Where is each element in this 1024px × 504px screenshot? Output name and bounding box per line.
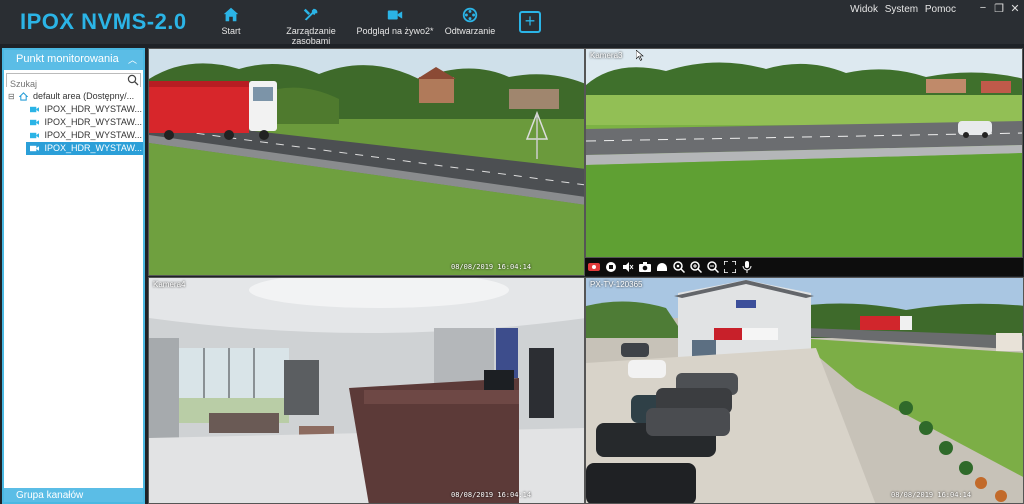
video-view-3[interactable]: Kamera4 08/08/2019 16:04:14 <box>148 277 585 504</box>
microphone-icon[interactable] <box>741 261 753 273</box>
mouse-cursor-icon <box>636 50 644 61</box>
tree-camera-2[interactable]: IPOX_HDR_WYSTAW... <box>4 116 143 129</box>
zoom-in-icon[interactable] <box>673 261 685 273</box>
zoom-out-icon[interactable] <box>707 261 719 273</box>
film-reel-icon <box>442 6 498 26</box>
area-home-icon <box>18 92 28 101</box>
nav-resource-management-label: Zarządzanie zasobami <box>286 26 336 46</box>
device-tree: ⊟ default area (Dostępny/... IPOX_HDR_WY… <box>4 90 143 155</box>
menu-help[interactable]: Pomoc <box>925 4 956 15</box>
camera-icon <box>30 145 39 152</box>
search-input[interactable] <box>7 78 140 90</box>
search-icon[interactable] <box>127 74 139 86</box>
nav-playback[interactable]: Odtwarzanie <box>442 6 498 36</box>
panel-title: Punkt monitorowania <box>16 53 119 65</box>
ptz-icon[interactable] <box>656 261 668 273</box>
stop-icon[interactable] <box>605 261 617 273</box>
tree-camera-4-selected[interactable]: IPOX_HDR_WYSTAW... <box>26 142 143 155</box>
video-feed-highway-truck <box>149 49 584 275</box>
timestamp: 08/08/2019 16:04:14 <box>451 263 532 271</box>
tree-root-default-area[interactable]: ⊟ default area (Dostępny/... <box>4 90 143 103</box>
menu-view[interactable]: Widok <box>850 4 878 15</box>
restore-button[interactable]: ❐ <box>992 2 1006 15</box>
nav-resource-management[interactable]: Zarządzanie zasobami <box>266 6 356 46</box>
search-box <box>6 73 141 90</box>
tree-camera-label: IPOX_HDR_WYSTAW... <box>44 143 143 153</box>
camera-icon <box>30 119 39 126</box>
channel-group-header[interactable]: Grupa kanałów <box>4 488 143 502</box>
mute-icon[interactable] <box>622 261 634 273</box>
nav-start-label: Start <box>221 26 241 36</box>
tree-camera-label: IPOX_HDR_WYSTAW... <box>44 130 143 140</box>
channel-group-label: Grupa kanałów <box>16 490 84 501</box>
camera-icon <box>30 132 39 139</box>
nav-playback-label: Odtwarzanie <box>444 26 496 36</box>
camera-icon <box>30 106 39 113</box>
chevron-up-icon[interactable]: ︿ <box>128 53 137 66</box>
video-camera-icon <box>356 6 434 26</box>
camera-label: Kamera3 <box>590 51 623 60</box>
video-view-2[interactable]: Kamera3 <box>585 48 1023 258</box>
menu-system[interactable]: System <box>885 4 918 15</box>
fullscreen-icon[interactable] <box>724 261 736 273</box>
monitoring-point-panel: Punkt monitorowania ︿ ⊟ default area (Do… <box>2 48 145 504</box>
tree-camera-label: IPOX_HDR_WYSTAW... <box>44 104 143 114</box>
camera-label: PX-TV-120365 <box>590 280 643 289</box>
minimize-button[interactable]: − <box>976 2 990 14</box>
tree-root-label: default area (Dostępny/... <box>33 91 135 101</box>
nav-live-view-label: Podgląd na żywo2* <box>356 26 434 36</box>
tree-camera-3[interactable]: IPOX_HDR_WYSTAW... <box>4 129 143 142</box>
tools-icon <box>266 6 356 26</box>
add-tab-button[interactable]: + <box>519 11 541 33</box>
close-button[interactable]: ✕ <box>1008 2 1022 15</box>
collapse-toggle-icon[interactable]: ⊟ <box>8 90 16 103</box>
nav-live-view[interactable]: Podgląd na żywo2* <box>356 6 434 36</box>
snapshot-icon[interactable] <box>639 261 651 273</box>
top-menu: Widok System Pomoc <box>846 4 956 15</box>
video-view-4[interactable]: PX-TV-120365 08/08/2019 16:04:14 <box>585 277 1024 504</box>
video-feed-road-field <box>586 49 1022 257</box>
zoom-in-plus-icon[interactable] <box>690 261 702 273</box>
home-icon <box>218 6 244 26</box>
app-logo: IPOX NVMS-2.0 <box>20 9 187 34</box>
tree-camera-label: IPOX_HDR_WYSTAW... <box>44 117 143 127</box>
nav-start[interactable]: Start <box>218 6 244 36</box>
tree-camera-1[interactable]: IPOX_HDR_WYSTAW... <box>4 103 143 116</box>
camera-label: Kamera4 <box>153 280 186 289</box>
record-icon[interactable] <box>588 261 600 273</box>
panel-header[interactable]: Punkt monitorowania ︿ <box>4 50 143 70</box>
timestamp: 08/08/2019 16:04:14 <box>451 491 532 499</box>
camera-toolbar <box>585 258 1023 276</box>
video-feed-office <box>149 278 584 503</box>
timestamp: 08/08/2019 16:04:14 <box>891 491 972 499</box>
top-bar: IPOX NVMS-2.0 Start Zarządzanie zasobami… <box>0 0 1024 46</box>
video-feed-parking-lot <box>586 278 1023 503</box>
video-view-1[interactable]: 08/08/2019 16:04:14 <box>148 48 585 276</box>
